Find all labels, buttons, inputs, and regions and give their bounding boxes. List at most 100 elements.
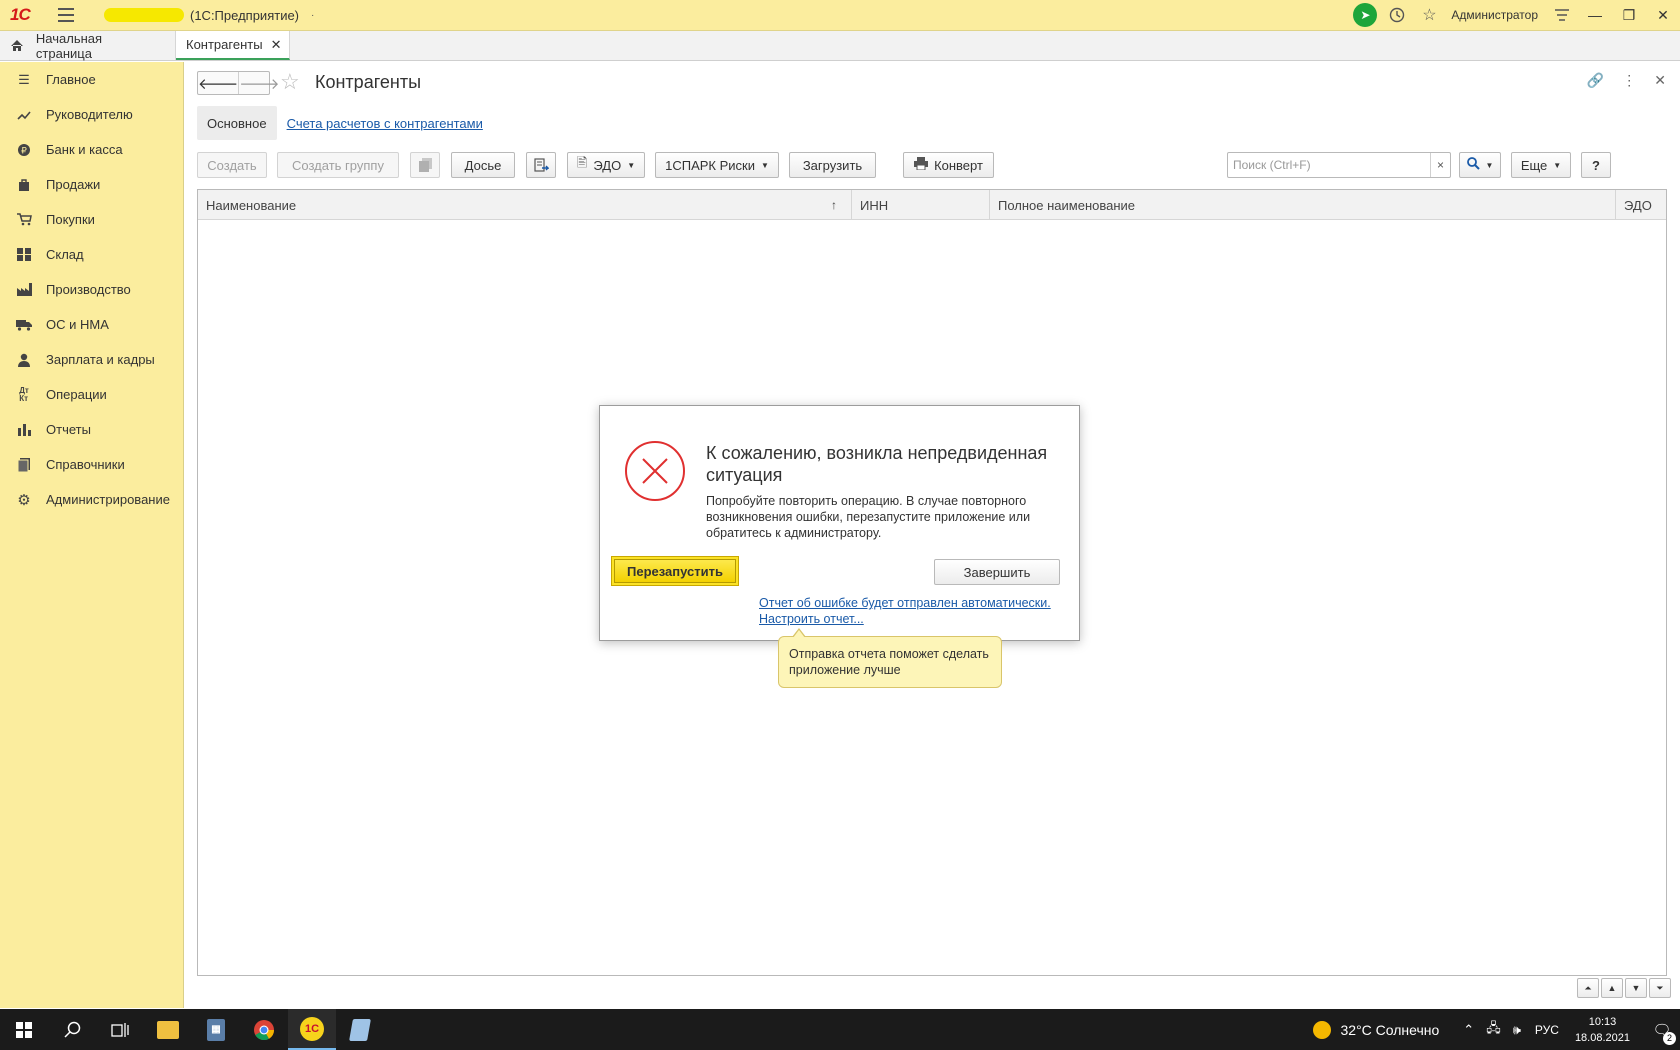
favorite-star-icon[interactable]: ☆	[280, 69, 300, 95]
chrome-icon[interactable]	[240, 1009, 288, 1050]
restart-button[interactable]: Перезапустить	[611, 556, 739, 586]
error-icon	[624, 440, 686, 502]
windows-start-icon[interactable]	[0, 1009, 48, 1050]
svg-text:₽: ₽	[21, 146, 27, 156]
scroll-up-icon[interactable]: ▲	[1601, 978, 1623, 998]
link-icon[interactable]: 🔗	[1587, 72, 1604, 89]
windows-taskbar: ▦ 1С 32°C Солнечно ⌃ 🖧 🕪 РУС 10:13 18.08…	[0, 1009, 1680, 1050]
scroll-down-icon[interactable]: ▼	[1625, 978, 1647, 998]
subtab-main[interactable]: Основное	[197, 106, 277, 140]
clock[interactable]: 10:13 18.08.2021	[1575, 1014, 1630, 1046]
search-input[interactable]	[1228, 154, 1430, 176]
coin-icon: ₽	[16, 142, 32, 158]
column-header-name[interactable]: Наименование ↑	[198, 190, 852, 220]
envelope-button[interactable]: Конверт	[903, 152, 994, 178]
chevron-up-icon[interactable]: ⌃	[1463, 1022, 1474, 1038]
tab-counterparties[interactable]: Контрагенты ✕	[176, 31, 291, 60]
error-report-link[interactable]: Отчет об ошибке будет отправлен автомати…	[759, 596, 1051, 610]
column-label: Полное наименование	[998, 197, 1136, 213]
back-arrow-icon[interactable]: 🡐	[198, 72, 238, 94]
create-button[interactable]: Создать	[197, 152, 267, 178]
close-tab-icon[interactable]: ✕	[271, 37, 282, 53]
sidebar-item-label: Покупки	[46, 212, 95, 227]
create-group-button[interactable]: Создать группу	[277, 152, 399, 178]
sidebar-item-purchases[interactable]: Покупки	[0, 202, 183, 237]
column-header-full-name[interactable]: Полное наименование	[990, 190, 1616, 220]
gear-icon: ⚙	[17, 491, 31, 509]
1c-logo: 1С	[10, 5, 31, 24]
finish-button[interactable]: Завершить	[934, 559, 1060, 585]
sidebar-item-operations[interactable]: Дт Кт Операции	[0, 377, 183, 412]
subtab-settlement-accounts-link[interactable]: Счета расчетов с контрагентами	[287, 116, 483, 131]
weather-text[interactable]: 32°C Солнечно	[1341, 1022, 1440, 1038]
command-bar: Создать Создать группу Досье 🖹 ЭДО ▼ 1СП…	[197, 152, 1667, 178]
language-indicator[interactable]: РУС	[1535, 1023, 1559, 1037]
person-icon	[16, 352, 32, 368]
column-label: ИНН	[860, 197, 889, 213]
load-button[interactable]: Загрузить	[789, 152, 876, 178]
star-icon[interactable]: ☆	[1413, 0, 1445, 31]
sidebar-item-warehouse[interactable]: Склад	[0, 237, 183, 272]
search-options-button[interactable]: ▼	[1459, 152, 1501, 178]
sidebar-item-salary[interactable]: Зарплата и кадры	[0, 342, 183, 377]
restore-button[interactable]: ❐	[1612, 0, 1646, 31]
search-field[interactable]: ×	[1227, 152, 1451, 178]
network-icon[interactable]: 🖧	[1486, 1019, 1501, 1041]
scroll-bottom-icon[interactable]: ⏷	[1649, 978, 1671, 998]
sidebar-item-manager[interactable]: Руководителю	[0, 97, 183, 132]
task-view-icon[interactable]	[96, 1009, 144, 1050]
volume-icon[interactable]: 🕪	[1513, 1022, 1521, 1038]
page-title: Контрагенты	[315, 72, 422, 92]
sidebar-item-label: Главное	[46, 72, 96, 87]
notepad-icon[interactable]	[336, 1009, 384, 1050]
debit-credit-icon: Дт Кт	[19, 385, 29, 403]
column-label: ЭДО	[1624, 197, 1652, 213]
sidebar-item-fixed-assets[interactable]: ОС и НМА	[0, 307, 183, 342]
send-document-icon[interactable]	[526, 152, 556, 178]
scroll-top-icon[interactable]: ⏶	[1577, 978, 1599, 998]
sidebar-item-references[interactable]: Справочники	[0, 447, 183, 482]
redacted-infobase-name	[104, 8, 184, 22]
weather-sun-icon	[1312, 1020, 1331, 1039]
clear-search-icon[interactable]: ×	[1430, 153, 1450, 177]
main-menu-icon[interactable]	[58, 8, 74, 22]
home-icon	[10, 39, 26, 53]
sidebar-item-label: Банк и касса	[46, 142, 123, 157]
sidebar-item-label: Склад	[46, 247, 84, 262]
telegram-icon[interactable]: ➤	[1349, 0, 1381, 31]
forward-arrow-icon[interactable]: 🡒	[238, 72, 279, 94]
menu-lines-icon: ☰	[18, 71, 30, 87]
column-label: Наименование	[206, 197, 297, 213]
home-tab[interactable]: Начальная страница	[0, 31, 176, 61]
history-icon[interactable]	[1381, 0, 1413, 31]
copy-icon[interactable]	[410, 152, 440, 178]
notification-center-icon[interactable]: 🗨 2	[1644, 1021, 1680, 1045]
bag-icon	[16, 177, 32, 193]
column-header-inn[interactable]: ИНН	[852, 190, 990, 220]
dossier-button[interactable]: Досье	[451, 152, 515, 178]
search-icon[interactable]	[48, 1009, 96, 1050]
more-vertical-icon[interactable]: ⋮	[1622, 72, 1636, 89]
close-form-icon[interactable]: ✕	[1654, 72, 1666, 89]
sidebar-item-sales[interactable]: Продажи	[0, 167, 183, 202]
user-name[interactable]: Администратор	[1451, 8, 1538, 22]
settings-lines-icon[interactable]	[1546, 0, 1578, 31]
minimize-button[interactable]: —	[1578, 0, 1612, 31]
more-button[interactable]: Еще ▼	[1511, 152, 1571, 178]
column-header-edo[interactable]: ЭДО	[1616, 190, 1666, 220]
sidebar-item-administration[interactable]: ⚙ Администрирование	[0, 482, 183, 517]
sidebar-item-main[interactable]: ☰ Главное	[0, 62, 183, 97]
spark-risks-dropdown[interactable]: 1СПАРК Риски ▼	[655, 152, 779, 178]
1c-app-icon[interactable]: 1С	[288, 1009, 336, 1050]
edo-dropdown[interactable]: 🖹 ЭДО ▼	[567, 152, 645, 178]
sidebar-item-production[interactable]: Производство	[0, 272, 183, 307]
calculator-icon[interactable]: ▦	[192, 1009, 240, 1050]
file-explorer-icon[interactable]	[144, 1009, 192, 1050]
configure-report-link[interactable]: Настроить отчет...	[759, 612, 864, 626]
factory-icon	[16, 282, 32, 298]
help-button[interactable]: ?	[1581, 152, 1611, 178]
sidebar-item-reports[interactable]: Отчеты	[0, 412, 183, 447]
tooltip-tail-inner	[793, 630, 805, 638]
close-window-button[interactable]: ✕	[1646, 0, 1680, 31]
sidebar-item-bank[interactable]: ₽ Банк и касса	[0, 132, 183, 167]
